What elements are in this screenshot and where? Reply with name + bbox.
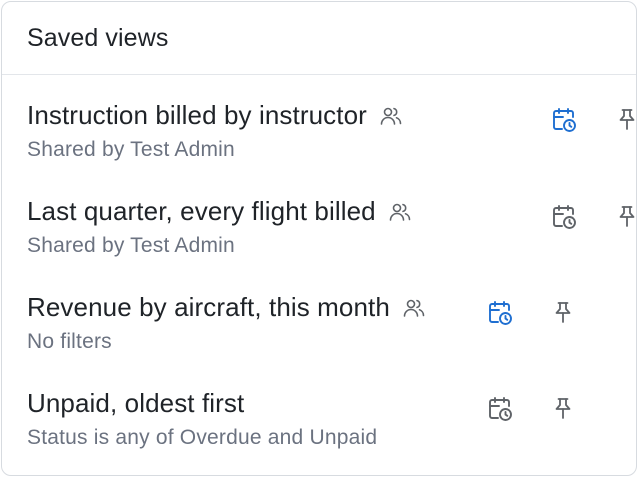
saved-view-subtitle: Shared by Test Admin bbox=[27, 138, 235, 161]
panel-title: Saved views bbox=[27, 24, 169, 52]
saved-view-title[interactable]: Instruction billed by instructor bbox=[27, 100, 367, 131]
saved-view-subtitle: Status is any of Overdue and Unpaid bbox=[27, 426, 378, 449]
schedule-button[interactable] bbox=[484, 393, 516, 425]
saved-view-row[interactable]: Last quarter, every flight billed Shared… bbox=[2, 196, 636, 286]
schedule-button[interactable] bbox=[548, 201, 580, 233]
pin-button[interactable] bbox=[611, 104, 636, 136]
users-icon bbox=[402, 296, 426, 320]
calendar-clock-icon bbox=[550, 203, 578, 231]
pin-button[interactable] bbox=[611, 201, 636, 233]
users-icon bbox=[388, 200, 412, 224]
users-icon bbox=[379, 104, 403, 128]
pin-icon bbox=[550, 300, 576, 326]
pin-icon bbox=[614, 107, 636, 133]
saved-view-title[interactable]: Unpaid, oldest first bbox=[27, 388, 244, 419]
calendar-clock-icon bbox=[486, 395, 514, 423]
saved-view-row[interactable]: Revenue by aircraft, this month No filte… bbox=[2, 292, 636, 382]
row-title-line: Revenue by aircraft, this month bbox=[27, 292, 426, 323]
panel-header: Saved views bbox=[2, 2, 636, 75]
saved-view-subtitle: No filters bbox=[27, 330, 112, 353]
saved-views-panel: Saved views Instruction billed by instru… bbox=[1, 1, 637, 476]
row-title-line: Unpaid, oldest first bbox=[27, 388, 244, 419]
saved-view-row[interactable]: Instruction billed by instructor Shared … bbox=[2, 100, 636, 190]
saved-view-title[interactable]: Last quarter, every flight billed bbox=[27, 196, 376, 227]
schedule-button[interactable] bbox=[484, 297, 516, 329]
row-title-line: Last quarter, every flight billed bbox=[27, 196, 412, 227]
pin-button[interactable] bbox=[547, 297, 579, 329]
schedule-button[interactable] bbox=[548, 104, 580, 136]
saved-view-row[interactable]: Unpaid, oldest first Status is any of Ov… bbox=[2, 388, 636, 475]
pin-button[interactable] bbox=[547, 393, 579, 425]
pin-icon bbox=[550, 396, 576, 422]
calendar-clock-icon bbox=[486, 299, 514, 327]
row-title-line: Instruction billed by instructor bbox=[27, 100, 403, 131]
saved-view-subtitle: Shared by Test Admin bbox=[27, 234, 235, 257]
saved-view-title[interactable]: Revenue by aircraft, this month bbox=[27, 292, 390, 323]
calendar-clock-icon bbox=[550, 106, 578, 134]
pin-icon bbox=[614, 204, 636, 230]
